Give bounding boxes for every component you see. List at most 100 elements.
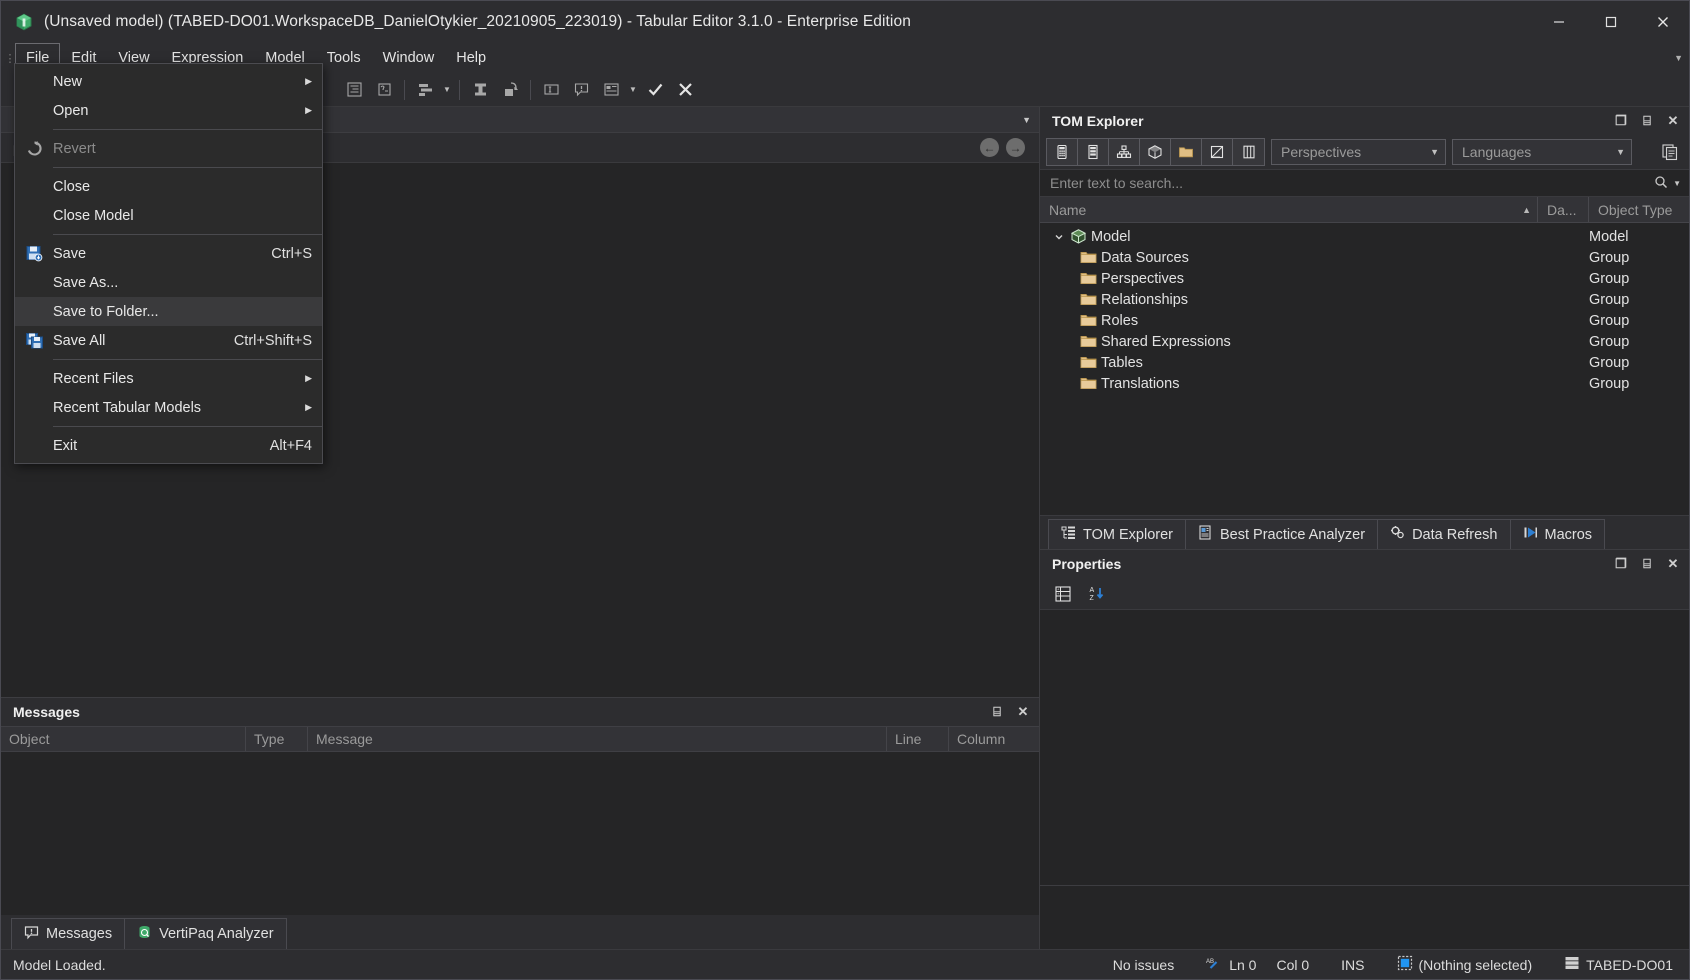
tab-macros[interactable]: Macros <box>1510 519 1606 549</box>
properties-pin-icon[interactable]: ⌸ <box>1639 555 1655 573</box>
messages-column-line[interactable]: Line <box>887 727 949 751</box>
insert-object-icon[interactable] <box>495 76 525 104</box>
indent-icon[interactable] <box>410 76 440 104</box>
tree-row[interactable]: Data Sources Group <box>1040 247 1689 268</box>
file-menu-item-save-all-label: Save All <box>53 333 216 349</box>
file-menu-item-save[interactable]: Save Ctrl+S <box>15 239 322 268</box>
status-issues[interactable]: No issues <box>1097 957 1190 973</box>
message-icon[interactable] <box>566 76 596 104</box>
tree-row[interactable]: Tables Group <box>1040 352 1689 373</box>
insert-column-icon[interactable] <box>465 76 495 104</box>
menu-separator <box>53 129 322 130</box>
file-menu-item-recent-files[interactable]: Recent Files ▶ <box>15 364 322 393</box>
tree-row[interactable]: Shared Expressions Group <box>1040 331 1689 352</box>
properties-float-icon[interactable]: ❐ <box>1613 555 1629 573</box>
tom-tree-body[interactable]: Model Model Data Sources <box>1040 223 1689 515</box>
file-menu-dropdown: New ▶ Open ▶ Revert Close Close Model <box>14 63 323 464</box>
tree-column-name[interactable]: Name ▲ <box>1040 197 1538 222</box>
languages-dropdown[interactable]: Languages ▼ <box>1452 139 1632 165</box>
folder-icon <box>1078 271 1098 286</box>
messages-column-column[interactable]: Column <box>949 727 1039 751</box>
messages-column-message[interactable]: Message <box>308 727 887 751</box>
tree-column-object-type[interactable]: Object Type <box>1589 197 1689 222</box>
messages-close-icon[interactable]: ✕ <box>1015 703 1031 721</box>
categorized-view-icon[interactable]: ++ <box>1048 580 1078 608</box>
accept-icon[interactable] <box>640 76 670 104</box>
comment-expression-icon[interactable] <box>369 76 399 104</box>
menu-window[interactable]: Window <box>372 43 446 73</box>
properties-window-icon[interactable] <box>596 76 626 104</box>
tree-expander-icon[interactable] <box>1050 232 1068 242</box>
messages-column-type[interactable]: Type <box>246 727 308 751</box>
columns-filter-icon[interactable] <box>1078 139 1109 165</box>
file-menu-item-open[interactable]: Open ▶ <box>15 96 322 125</box>
folders-icon[interactable] <box>1171 139 1202 165</box>
tree-row[interactable]: Relationships Group <box>1040 289 1689 310</box>
messages-column-object[interactable]: Object <box>1 727 246 751</box>
model-objects-icon[interactable] <box>1140 139 1171 165</box>
folder-icon <box>1078 355 1098 370</box>
file-menu-item-close-label: Close <box>53 179 312 195</box>
search-icon[interactable] <box>1654 175 1668 192</box>
file-menu-item-recent-tabular-models[interactable]: Recent Tabular Models ▶ <box>15 393 322 422</box>
menubar-overflow-caret[interactable]: ▼ <box>1674 43 1683 73</box>
tom-panel-tab-strip: TOM Explorer Best Practice Analyzer Data… <box>1040 515 1689 549</box>
status-insert-mode[interactable]: INS <box>1325 957 1380 973</box>
expression-selector-caret[interactable]: ▼ <box>1022 115 1031 125</box>
tab-vertipaq-analyzer[interactable]: VertiPaq Analyzer <box>124 918 286 949</box>
messages-grid-body[interactable] <box>1 752 1039 915</box>
hidden-objects-icon[interactable] <box>1202 139 1233 165</box>
right-region: TOM Explorer ❐ ⌸ ✕ <box>1039 107 1689 949</box>
copy-metadata-icon[interactable] <box>1657 139 1683 165</box>
tom-explorer-close-icon[interactable]: ✕ <box>1665 112 1681 130</box>
tree-row[interactable]: Perspectives Group <box>1040 268 1689 289</box>
file-menu-item-revert[interactable]: Revert <box>15 134 322 163</box>
tree-column-da[interactable]: Da... <box>1538 197 1589 222</box>
menu-tools[interactable]: Tools <box>316 43 372 73</box>
maximize-button[interactable] <box>1585 1 1637 43</box>
tom-search-input[interactable]: Enter text to search... ▼ <box>1040 169 1689 197</box>
menu-help[interactable]: Help <box>445 43 497 73</box>
messages-pin-icon[interactable]: ⌸ <box>989 703 1005 721</box>
file-menu-item-close-model[interactable]: Close Model <box>15 201 322 230</box>
tree-row[interactable]: Model Model <box>1040 226 1689 247</box>
close-button[interactable] <box>1637 1 1689 43</box>
file-menu-item-close[interactable]: Close <box>15 172 322 201</box>
indent-dropdown-caret[interactable]: ▼ <box>440 76 454 104</box>
tree-row[interactable]: Roles Group <box>1040 310 1689 331</box>
measures-filter-icon[interactable] <box>1047 139 1078 165</box>
format-expression-icon[interactable] <box>339 76 369 104</box>
tree-row[interactable]: Translations Group <box>1040 373 1689 394</box>
textbox-icon[interactable] <box>536 76 566 104</box>
tom-explorer-pin-icon[interactable]: ⌸ <box>1639 112 1655 130</box>
file-menu-item-exit-shortcut: Alt+F4 <box>252 438 312 454</box>
file-menu-item-exit[interactable]: Exit Alt+F4 <box>15 431 322 460</box>
status-message: Model Loaded. <box>1 957 106 973</box>
minimize-button[interactable] <box>1533 1 1585 43</box>
tab-best-practice-analyzer[interactable]: Best Practice Analyzer <box>1185 519 1378 549</box>
file-menu-item-save-to-folder[interactable]: Save to Folder... <box>15 297 322 326</box>
properties-close-icon[interactable]: ✕ <box>1665 555 1681 573</box>
hierarchies-filter-icon[interactable] <box>1109 139 1140 165</box>
partitions-icon[interactable] <box>1233 139 1264 165</box>
nav-back-icon[interactable]: ← <box>980 138 999 157</box>
toolbar-separator-2 <box>459 80 460 100</box>
file-menu-item-save-as[interactable]: Save As... <box>15 268 322 297</box>
tab-messages[interactable]: Messages <box>11 918 125 949</box>
tom-tree-header: Name ▲ Da... Object Type <box>1040 197 1689 223</box>
vertipaq-icon <box>137 925 152 944</box>
tom-search-caret[interactable]: ▼ <box>1673 179 1681 188</box>
properties-toolbar: ++ AZ <box>1040 578 1689 610</box>
tom-explorer-icon <box>1061 525 1076 544</box>
tab-data-refresh[interactable]: Data Refresh <box>1377 519 1510 549</box>
tom-explorer-float-icon[interactable]: ❐ <box>1613 112 1629 130</box>
properties-grid[interactable] <box>1040 610 1689 885</box>
file-menu-item-new[interactable]: New ▶ <box>15 67 322 96</box>
properties-dropdown-caret[interactable]: ▼ <box>626 76 640 104</box>
cancel-icon[interactable] <box>670 76 700 104</box>
alphabetical-sort-icon[interactable]: AZ <box>1082 580 1112 608</box>
perspectives-dropdown[interactable]: Perspectives ▼ <box>1271 139 1446 165</box>
file-menu-item-save-all[interactable]: Save All Ctrl+Shift+S <box>15 326 322 355</box>
tab-tom-explorer[interactable]: TOM Explorer <box>1048 519 1186 549</box>
nav-forward-icon[interactable]: → <box>1006 138 1025 157</box>
